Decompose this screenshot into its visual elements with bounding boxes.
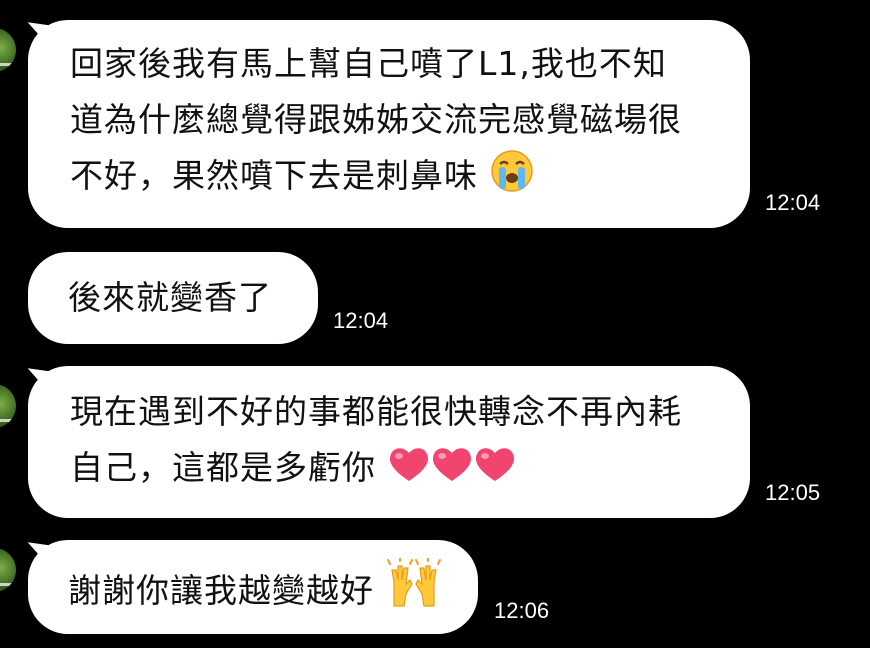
message-timestamp: 12:04 [765,190,821,215]
message-timestamp: 12:04 [333,308,389,333]
loudly-crying-face-icon [490,149,534,210]
sender-avatar[interactable] [0,548,16,592]
message-text-line: 現在遇到不好的事都能很快轉念不再內耗 [70,392,682,431]
message-bubble[interactable]: 回家後我有馬上幫自己噴了L1,我也不知 道為什麼總覺得跟姊姊交流完感覺磁場很 不… [28,20,750,228]
sender-avatar[interactable] [0,28,16,72]
message-bubble[interactable]: 謝謝你讓我越變越好 [28,540,478,634]
message-text-line: 謝謝你讓我越變越好 [68,571,374,610]
raising-hands-icon [386,557,442,625]
three-pink-hearts-icon [388,443,518,502]
message-bubble[interactable]: 後來就變香了 [28,252,318,344]
message-timestamp: 12:05 [765,480,821,505]
message-timestamp: 12:06 [494,598,550,623]
message-bubble[interactable]: 現在遇到不好的事都能很快轉念不再內耗 自己，這都是多虧你 [28,366,750,518]
message-text-line: 回家後我有馬上幫自己噴了L1,我也不知 [70,44,667,83]
message-text-line: 後來就變香了 [68,278,272,317]
sender-avatar[interactable] [0,384,16,428]
message-text-line: 道為什麼總覺得跟姊姊交流完感覺磁場很 [70,100,682,139]
message-text-line: 不好，果然噴下去是刺鼻味 [70,156,478,195]
message-text-line: 自己，這都是多虧你 [70,448,376,487]
